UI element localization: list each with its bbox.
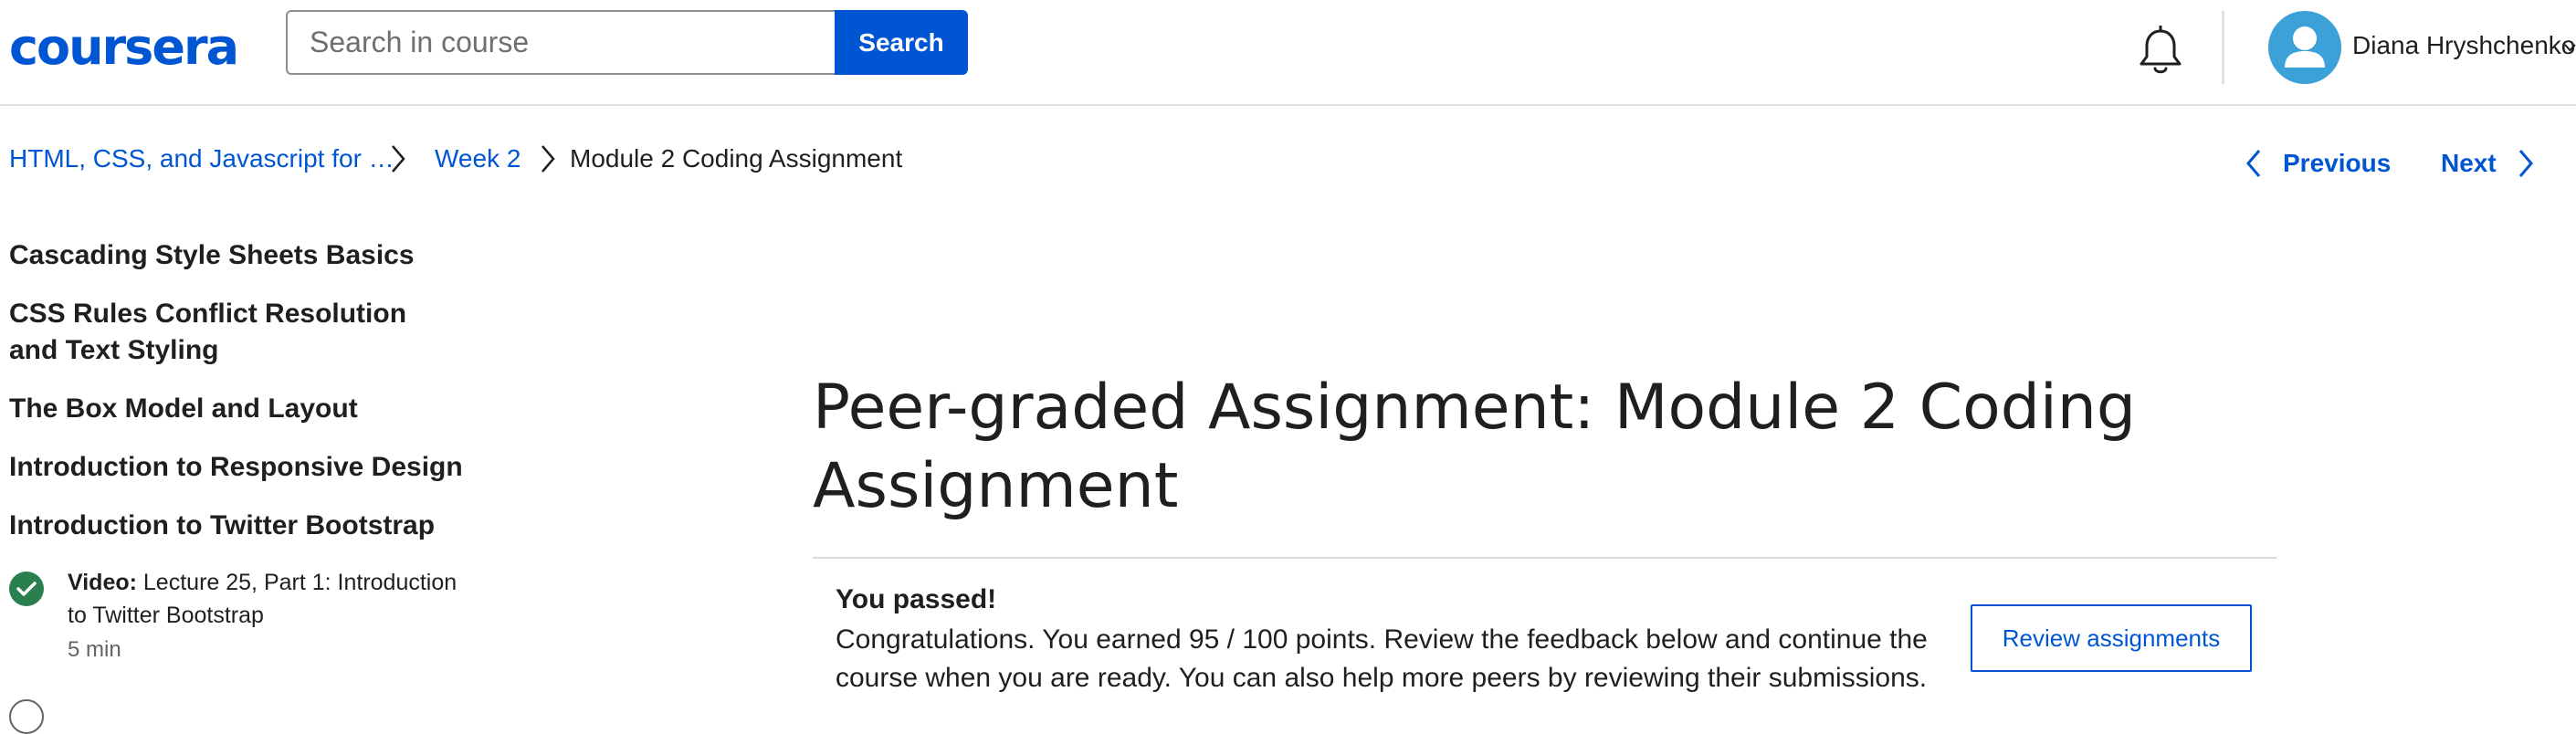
checkmark-icon <box>9 571 44 606</box>
chevron-right-icon <box>392 145 405 173</box>
review-assignments-button[interactable]: Review assignments <box>1971 604 2252 672</box>
next-label: Next <box>2441 149 2497 177</box>
sidebar-section-css-rules[interactable]: CSS Rules Conflict Resolution and Text S… <box>9 296 447 369</box>
bell-icon[interactable] <box>2137 26 2184 77</box>
breadcrumb-current: Module 2 Coding Assignment <box>570 144 903 173</box>
next-button[interactable]: Next <box>2441 148 2535 179</box>
user-icon <box>2285 26 2325 68</box>
coursera-logo[interactable]: coursera <box>9 18 239 76</box>
user-name[interactable]: Diana Hryshchenko <box>2352 31 2575 60</box>
result-heading: You passed! <box>836 584 997 614</box>
result-message: Congratulations. You earned 95 / 100 poi… <box>836 624 1928 693</box>
previous-label: Previous <box>2283 149 2392 177</box>
item-duration: 5 min <box>68 637 121 662</box>
chevron-down-icon[interactable] <box>2564 42 2576 54</box>
sidebar-section-css-basics[interactable]: Cascading Style Sheets Basics <box>9 237 466 274</box>
breadcrumb-course[interactable]: HTML, CSS, and Javascript for … <box>9 144 394 173</box>
breadcrumb-week[interactable]: Week 2 <box>435 144 520 173</box>
sidebar-item-label: Video: Lecture 25, Part 1: Introduction … <box>68 566 469 632</box>
page-title: Peer-graded Assignment: Module 2 Coding … <box>813 372 2137 522</box>
chevron-right-icon <box>541 145 555 173</box>
sidebar-section-responsive-design[interactable]: Introduction to Responsive Design <box>9 449 466 486</box>
header-divider <box>2222 11 2224 84</box>
search-button[interactable]: Search <box>835 10 968 75</box>
chevron-right-icon <box>2518 150 2533 177</box>
top-header: coursera Search Diana Hryshchenko <box>0 0 2576 106</box>
sidebar-section-bootstrap[interactable]: Introduction to Twitter Bootstrap <box>9 508 466 544</box>
previous-button[interactable]: Previous <box>2245 148 2391 179</box>
title-divider <box>813 557 2276 559</box>
sidebar-section-box-model[interactable]: The Box Model and Layout <box>9 391 466 427</box>
avatar[interactable] <box>2268 11 2341 84</box>
incomplete-status-icon <box>9 699 44 734</box>
search-input[interactable] <box>286 10 836 75</box>
chevron-left-icon <box>2246 150 2261 177</box>
item-type: Video: <box>68 570 137 595</box>
